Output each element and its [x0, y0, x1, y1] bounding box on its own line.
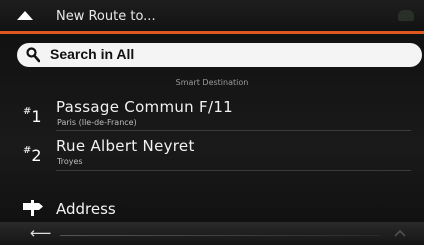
search-all-label: Search in All — [50, 46, 135, 62]
destination-rank: #2 — [23, 144, 42, 165]
destination-name: Passage Commun F/11 — [56, 98, 234, 116]
destination-item[interactable]: #2 Rue Albert Neyret Troyes — [0, 134, 424, 174]
destination-detail: Paris (Ile-de-France) — [57, 118, 137, 127]
header-bar: New Route to... — [0, 0, 424, 34]
search-all-button[interactable]: Search in All — [17, 43, 422, 67]
address-menu-item[interactable]: Address — [0, 196, 424, 222]
up-arrow-icon[interactable] — [17, 11, 33, 20]
header-accent-line — [0, 31, 424, 34]
bottom-divider — [60, 235, 380, 236]
section-label: Smart Destination — [175, 78, 249, 87]
search-icon — [26, 47, 40, 63]
destination-detail: Troyes — [57, 157, 83, 166]
address-label: Address — [56, 200, 116, 218]
list-divider — [56, 130, 411, 131]
back-arrow-icon[interactable]: ⟵ — [30, 226, 52, 241]
signpost-icon — [23, 200, 43, 216]
navigation-screen: New Route to... Search in All Smart Dest… — [0, 0, 424, 245]
destination-item[interactable]: #1 Passage Commun F/11 Paris (Ile-de-Fra… — [0, 95, 424, 135]
destination-rank: #1 — [23, 105, 42, 126]
list-divider — [56, 170, 411, 171]
signal-icon — [398, 10, 414, 21]
page-title: New Route to... — [56, 9, 156, 24]
bottom-bar: ⟵ — [0, 222, 424, 245]
destination-name: Rue Albert Neyret — [56, 137, 195, 155]
chevron-up-icon[interactable] — [394, 228, 406, 238]
